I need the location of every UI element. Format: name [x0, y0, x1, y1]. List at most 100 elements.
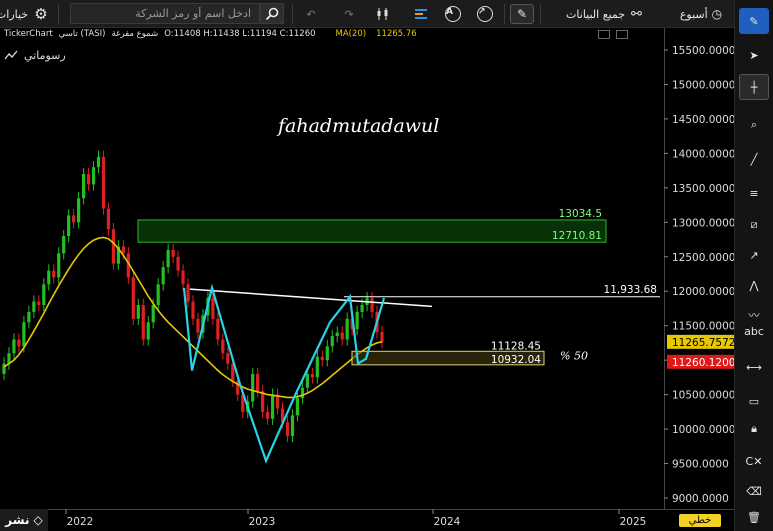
clear-drawings-icon[interactable]: C✕	[739, 448, 769, 474]
candle-body	[86, 174, 91, 185]
candle-body	[42, 284, 46, 306]
candle-body	[370, 298, 374, 312]
drawing-mode-icon[interactable]: ✎	[510, 4, 534, 24]
scale-toggle[interactable]: خطي	[666, 509, 734, 531]
candle-body	[216, 318, 220, 340]
candle-body	[121, 246, 125, 254]
auto-scale-icon[interactable]: A	[442, 4, 464, 24]
maximize-icon[interactable]	[598, 30, 610, 39]
my-drawings-label: رسوماتي	[24, 48, 66, 62]
candle-body	[285, 422, 290, 436]
retracement-label-upper: 11128.45	[491, 340, 541, 352]
neckline-trendline	[189, 288, 433, 308]
candle-body	[7, 353, 11, 364]
candle-body	[72, 215, 76, 223]
ma-value: 11265.76	[376, 29, 417, 39]
candle-body	[375, 311, 379, 333]
candle-body	[96, 156, 101, 168]
candle-body	[2, 363, 6, 374]
candle-body	[310, 373, 314, 378]
data-range-selector[interactable]: جميع البيانات ⚯	[556, 4, 652, 24]
time-axis[interactable]	[0, 509, 734, 531]
candle-body	[280, 408, 285, 423]
price-axis[interactable]	[664, 28, 734, 509]
candle-body	[141, 305, 145, 340]
candle-body	[345, 318, 349, 340]
candle-body	[196, 318, 200, 333]
candle-body	[290, 415, 295, 436]
channel-icon[interactable]: ⧄	[739, 212, 769, 238]
candle-body	[161, 267, 165, 285]
trendline-icon[interactable]: ╱	[739, 146, 769, 172]
price-chart[interactable]: fahadmutadawul 13034.5 12710.81 11,933.68 11…	[0, 0, 773, 531]
arrow-icon[interactable]: ↗	[739, 242, 769, 268]
candle-body	[340, 332, 344, 340]
divider	[292, 4, 293, 24]
candle-body	[47, 270, 51, 285]
candle-body	[57, 253, 61, 278]
settings-gear-icon[interactable]: ⚙	[30, 4, 52, 24]
candle-body	[12, 339, 16, 354]
ruler-icon[interactable]: ▭	[739, 388, 769, 414]
candle-body	[355, 311, 359, 330]
candle-body	[236, 380, 240, 395]
level-label-lower: 12710.81	[552, 230, 602, 242]
top-toolbar: خيارات ⚙ ↶ ↷ A ↗ ✎ جميع البيانات ⚯ أسبوع◷	[0, 0, 773, 28]
restore-icon[interactable]	[616, 30, 628, 39]
options-menu[interactable]: خيارات	[0, 4, 28, 24]
period-selector[interactable]: أسبوع ◷	[670, 4, 732, 24]
panel-controls[interactable]	[598, 30, 638, 42]
candle-body	[320, 356, 324, 361]
share-button[interactable]: نشر ◇	[0, 509, 48, 531]
cursor-icon[interactable]: ➤	[739, 42, 769, 68]
candle-body	[325, 346, 329, 361]
pattern-icon[interactable]: ⋀	[739, 272, 769, 298]
indicators-icon[interactable]	[372, 4, 394, 24]
candle-body	[111, 229, 116, 264]
lock-icon[interactable]: 🔒︎	[739, 416, 769, 442]
candle-body	[335, 332, 339, 337]
candle-body	[17, 339, 21, 347]
pencil-icon[interactable]: ✎	[739, 8, 769, 34]
candle-body	[101, 156, 106, 209]
candle-body	[22, 322, 26, 347]
retracement-label-lower: 10932.04	[491, 354, 541, 366]
candle-body	[266, 411, 270, 419]
search-button[interactable]	[260, 3, 284, 24]
text-tool-icon[interactable]: abc	[739, 318, 769, 344]
my-drawings-button[interactable]: رسوماتي	[4, 45, 66, 65]
period-label: أسبوع	[679, 7, 708, 21]
drawing-toolbar: ✎ ➤ ┼ ⌕ ╱ ≡ ⧄ ↗ ⋀ 〰 abc ⟷ ▭ 🔒︎ C✕ ⌫ 🗑︎	[734, 0, 773, 531]
redo-icon[interactable]: ↷	[338, 4, 360, 24]
candle-body	[256, 373, 260, 392]
divider	[58, 4, 59, 24]
candle-body	[171, 249, 175, 257]
symbol-search-input[interactable]	[70, 3, 260, 24]
speedometer-icon[interactable]: ↗	[474, 4, 496, 24]
candle-body	[146, 322, 150, 340]
candle-body	[206, 298, 210, 316]
chart-info-bar: TickerChart تاسي (TASI) شموع مفرغة O:114…	[4, 29, 417, 39]
candle-body	[305, 373, 309, 388]
candle-body	[77, 198, 81, 223]
trash-icon[interactable]: 🗑︎	[739, 504, 769, 530]
share-icon: ◇	[33, 513, 43, 527]
eraser-icon[interactable]: ⌫	[739, 478, 769, 504]
candle-body	[151, 305, 155, 323]
candle-body	[32, 301, 36, 312]
candle-body	[37, 301, 41, 306]
zoom-icon[interactable]: ⌕	[739, 112, 769, 138]
trend-icon	[4, 50, 18, 60]
crosshair-icon[interactable]: ┼	[739, 74, 769, 100]
retracement-zone	[351, 350, 545, 366]
candle-body	[270, 394, 275, 419]
candle-body	[131, 277, 135, 319]
candle-body	[330, 336, 334, 347]
undo-icon[interactable]: ↶	[300, 4, 322, 24]
level-label-upper: 13034.5	[559, 208, 602, 220]
fibonacci-icon[interactable]: ≡	[739, 180, 769, 206]
chart-type-icon[interactable]	[410, 4, 432, 24]
measure-icon[interactable]: ⟷	[739, 354, 769, 380]
neckline-label: 11,933.68	[604, 284, 657, 296]
candle-body	[275, 394, 280, 409]
